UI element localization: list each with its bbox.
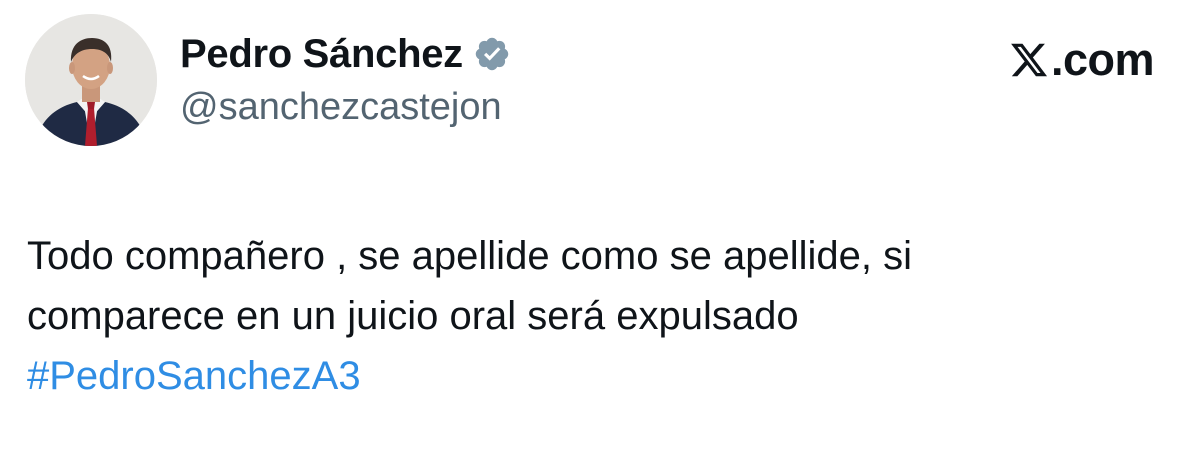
tweet-text-line: comparece en un juicio oral será expulsa… (27, 294, 799, 338)
brand: .com (1009, 34, 1155, 86)
profile-photo (25, 14, 157, 146)
x-logo-icon (1009, 40, 1049, 80)
verified-badge-icon (473, 35, 511, 73)
tweet-text-line: Todo compañero , se apellide como se ape… (27, 234, 912, 278)
hashtag-link[interactable]: #PedroSanchezA3 (27, 346, 1177, 406)
avatar[interactable] (25, 14, 157, 146)
author-name-row: Pedro Sánchez (180, 28, 511, 80)
brand-text: .com (1050, 34, 1155, 85)
tweet-card: Pedro Sánchez @sanchezcastejon .com Todo… (0, 0, 1200, 476)
display-name[interactable]: Pedro Sánchez (180, 32, 463, 77)
tweet-text: Todo compañero , se apellide como se ape… (27, 226, 1177, 406)
author-handle[interactable]: @sanchezcastejon (180, 86, 502, 129)
